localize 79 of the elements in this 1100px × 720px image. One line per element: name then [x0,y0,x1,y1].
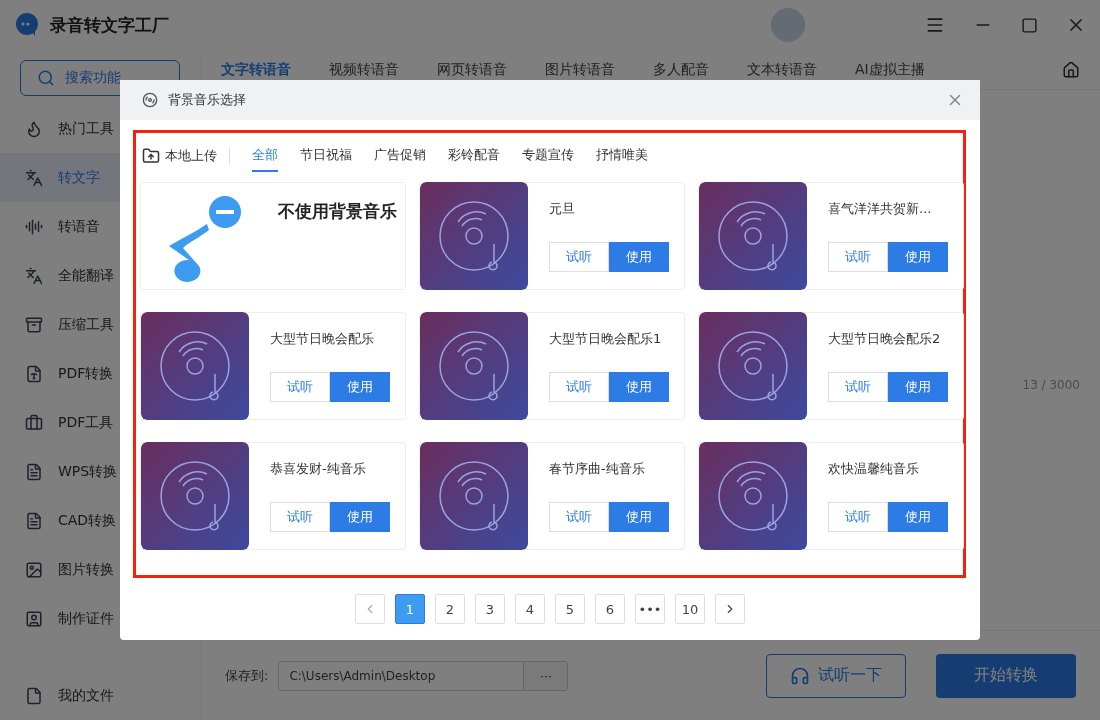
music-card[interactable]: 元旦 试听 使用 [419,182,685,290]
track-name: 元旦 [549,200,576,218]
category-tab[interactable]: 抒情唯美 [596,140,648,172]
search-icon [37,69,55,87]
maximize-icon[interactable] [1021,16,1038,34]
use-button[interactable]: 使用 [609,372,669,402]
file-icon [24,685,44,706]
page-button[interactable]: 3 [475,594,505,624]
listen-button[interactable]: 试听 [270,372,330,402]
music-card[interactable]: 春节序曲-纯音乐 试听 使用 [419,442,685,550]
page-button[interactable]: 6 [595,594,625,624]
track-name: 恭喜发财-纯音乐 [270,460,367,478]
disc-icon [142,92,158,108]
chat-bubble-logo [14,12,40,38]
listen-button[interactable]: 试听 [549,242,609,272]
headphones-icon [790,665,810,686]
tab[interactable]: AI虚拟主播 [855,60,925,79]
path-field[interactable]: C:\Users\Admin\Desktop ··· [278,660,569,691]
page-button[interactable]: 5 [555,594,585,624]
track-name: 大型节日晚会配乐1 [549,330,663,348]
music-card[interactable]: 恭喜发财-纯音乐 试听 使用 [140,442,406,550]
browse-button[interactable]: ··· [523,661,568,690]
tool-icon [24,167,44,188]
category-tab[interactable]: 彩铃配音 [448,140,500,172]
tab[interactable]: 多人配音 [653,60,709,79]
music-card[interactable]: 大型节日晚会配乐 试听 使用 [140,312,406,420]
tab[interactable]: 图片转语音 [545,60,615,79]
music-card[interactable]: 大型节日晚会配乐2 试听 使用 [698,312,964,420]
tool-icon [24,265,44,286]
music-card[interactable]: 不使用背景音乐 [140,182,406,290]
listen-button[interactable]: 试听 [828,372,888,402]
upload-button[interactable]: 本地上传 [142,147,230,165]
tool-icon [24,461,44,482]
listen-button[interactable]: 试听 [549,502,609,532]
track-name: 欢快温馨纯音乐 [828,460,920,478]
page-button[interactable]: 4 [515,594,545,624]
tab[interactable]: 网页转语音 [437,60,507,79]
use-button[interactable]: 使用 [888,242,948,272]
listen-button[interactable]: 试听 [549,372,609,402]
use-button[interactable]: 使用 [888,372,948,402]
use-button[interactable]: 使用 [330,502,390,532]
menu-icon[interactable] [925,15,945,35]
sidebar-item[interactable]: 制作证件 [0,594,200,643]
listen-button[interactable]: 试听 [270,502,330,532]
save-label: 保存到: [225,666,269,685]
category-tab[interactable]: 节日祝福 [300,140,352,172]
track-name: 不使用背景音乐 [278,202,397,221]
tool-icon [24,510,44,531]
track-name: 喜气洋洋共贺新... [828,200,933,218]
sidebar-item[interactable]: 我的文件 [0,671,200,720]
tool-icon [24,412,44,433]
listen-button[interactable]: 试听 [828,242,888,272]
page-button[interactable]: 10 [675,594,705,624]
start-button[interactable]: 开始转换 [936,653,1076,698]
home-icon[interactable] [1062,60,1080,79]
app-title: 录音转文字工厂 [50,13,169,37]
track-name: 春节序曲-纯音乐 [549,460,646,478]
track-name: 大型节日晚会配乐 [270,330,375,348]
tab[interactable]: 文字转语音 [221,60,291,79]
category-tab[interactable]: 专题宣传 [522,140,574,172]
use-button[interactable]: 使用 [888,502,948,532]
tool-icon [24,363,44,384]
music-card[interactable]: 大型节日晚会配乐1 试听 使用 [419,312,685,420]
tab[interactable]: 文本转语音 [747,60,817,79]
category-tab[interactable]: 全部 [252,140,278,172]
tab[interactable]: 视频转语音 [329,60,399,79]
use-button[interactable]: 使用 [330,372,390,402]
listen-button[interactable]: 试听 [828,502,888,532]
page-button[interactable]: ••• [635,594,665,624]
page-button[interactable]: 2 [435,594,465,624]
page-button[interactable]: 1 [395,594,425,624]
use-button[interactable]: 使用 [609,502,669,532]
use-button[interactable]: 使用 [609,242,669,272]
music-card[interactable]: 欢快温馨纯音乐 试听 使用 [698,442,964,550]
track-name: 大型节日晚会配乐2 [828,330,942,348]
music-card[interactable]: 喜气洋洋共贺新... 试听 使用 [698,182,964,290]
folder-upload-icon [142,147,160,165]
category-tab[interactable]: 广告促销 [374,140,426,172]
preview-button[interactable]: 试听一下 [766,653,906,698]
